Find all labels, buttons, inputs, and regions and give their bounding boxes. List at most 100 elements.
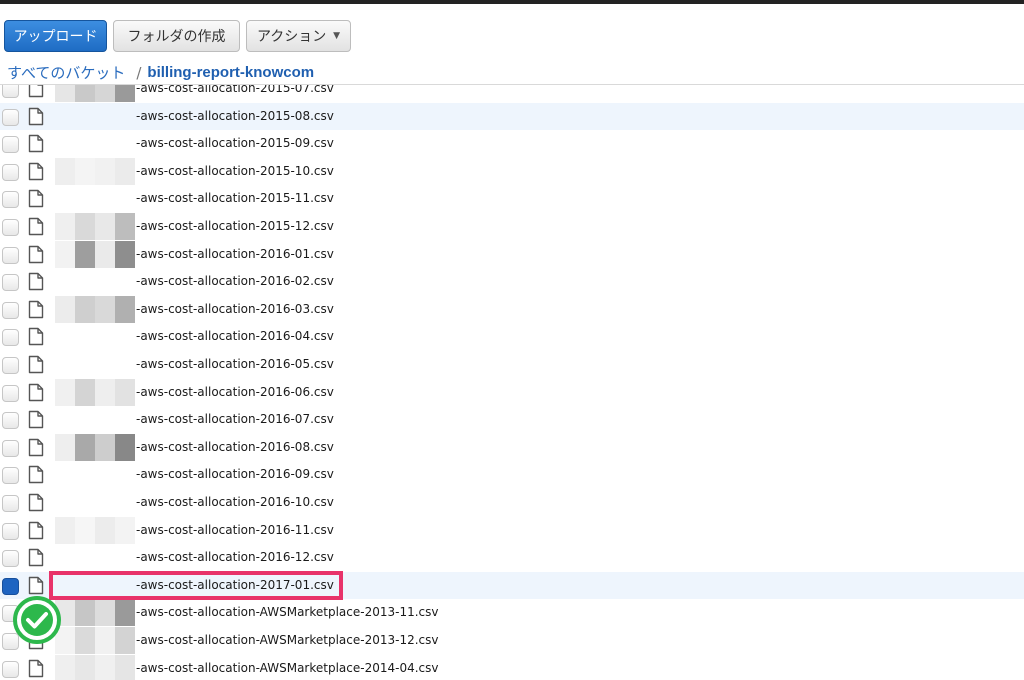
file-row[interactable]: -aws-cost-allocation-2015-07.csv xyxy=(0,85,1024,102)
redacted-prefix xyxy=(55,268,137,295)
redacted-prefix xyxy=(55,627,137,654)
file-name-link[interactable]: -aws-cost-allocation-2015-10.csv xyxy=(136,158,334,185)
breadcrumb-all-buckets-link[interactable]: すべてのバケット xyxy=(7,62,125,83)
file-name-link[interactable]: -aws-cost-allocation-2016-02.csv xyxy=(136,268,334,295)
redacted-prefix xyxy=(55,85,137,102)
file-row[interactable]: -aws-cost-allocation-AWSMarketplace-2013… xyxy=(0,627,1024,654)
file-name-link[interactable]: -aws-cost-allocation-2016-03.csv xyxy=(136,296,334,323)
row-checkbox[interactable] xyxy=(2,412,19,430)
file-row[interactable]: -aws-cost-allocation-2015-09.csv xyxy=(0,130,1024,157)
file-name-link[interactable]: -aws-cost-allocation-2016-12.csv xyxy=(136,544,334,571)
file-name-link[interactable]: -aws-cost-allocation-2016-04.csv xyxy=(136,323,334,350)
redacted-prefix xyxy=(55,295,137,323)
upload-button[interactable]: アップロード xyxy=(4,20,107,52)
file-name-link[interactable]: -aws-cost-allocation-2015-07.csv xyxy=(136,85,334,102)
file-name-link[interactable]: -aws-cost-allocation-2016-01.csv xyxy=(136,241,334,268)
row-checkbox[interactable] xyxy=(2,467,19,485)
redacted-prefix xyxy=(55,599,137,627)
file-row[interactable]: -aws-cost-allocation-2016-04.csv xyxy=(0,323,1024,350)
file-row[interactable]: -aws-cost-allocation-AWSMarketplace-2014… xyxy=(0,654,1024,680)
file-name-link[interactable]: -aws-cost-allocation-2015-12.csv xyxy=(136,213,334,240)
file-name-link[interactable]: -aws-cost-allocation-2016-05.csv xyxy=(136,351,334,378)
file-row[interactable]: -aws-cost-allocation-2016-03.csv xyxy=(0,295,1024,323)
breadcrumb: すべてのバケット / billing-report-knowcom xyxy=(7,62,314,83)
file-icon xyxy=(28,521,44,540)
file-row[interactable]: -aws-cost-allocation-2016-10.csv xyxy=(0,489,1024,516)
file-row[interactable]: -aws-cost-allocation-2016-05.csv xyxy=(0,351,1024,378)
file-icon xyxy=(28,493,44,512)
file-name-link[interactable]: -aws-cost-allocation-2016-08.csv xyxy=(136,434,334,461)
file-name-link[interactable]: -aws-cost-allocation-AWSMarketplace-2013… xyxy=(136,599,438,626)
row-checkbox[interactable] xyxy=(2,439,19,457)
row-checkbox[interactable] xyxy=(2,357,19,374)
file-row[interactable]: -aws-cost-allocation-2015-08.csv xyxy=(0,102,1024,130)
row-checkbox[interactable] xyxy=(2,301,19,319)
highlight-annotation-box xyxy=(49,571,343,600)
file-icon xyxy=(28,85,44,98)
file-row[interactable]: -aws-cost-allocation-2015-10.csv xyxy=(0,157,1024,185)
redacted-prefix xyxy=(55,185,137,212)
redacted-prefix xyxy=(55,461,137,488)
file-name-link[interactable]: -aws-cost-allocation-2016-10.csv xyxy=(136,489,334,516)
file-icon xyxy=(28,107,44,126)
chevron-down-icon: ▼ xyxy=(333,31,340,41)
file-row[interactable]: -aws-cost-allocation-2016-09.csv xyxy=(0,461,1024,488)
file-name-link[interactable]: -aws-cost-allocation-AWSMarketplace-2014… xyxy=(136,655,438,680)
file-name-link[interactable]: -aws-cost-allocation-2015-11.csv xyxy=(136,185,334,212)
file-row[interactable]: -aws-cost-allocation-2016-02.csv xyxy=(0,268,1024,295)
file-name-link[interactable]: -aws-cost-allocation-2015-09.csv xyxy=(136,130,334,157)
breadcrumb-bucket-name[interactable]: billing-report-knowcom xyxy=(147,64,314,81)
row-checkbox[interactable] xyxy=(2,550,19,568)
file-icon xyxy=(28,383,44,402)
row-checkbox[interactable] xyxy=(2,522,19,540)
file-icon xyxy=(28,327,44,346)
file-icon xyxy=(28,576,44,595)
row-checkbox[interactable] xyxy=(2,274,19,292)
actions-label: アクション xyxy=(257,29,327,45)
file-icon xyxy=(28,134,44,153)
file-name-link[interactable]: -aws-cost-allocation-2016-06.csv xyxy=(136,379,334,406)
row-checkbox[interactable] xyxy=(2,219,19,236)
file-name-link[interactable]: -aws-cost-allocation-2016-11.csv xyxy=(136,517,334,544)
row-checkbox[interactable] xyxy=(2,577,19,595)
row-checkbox[interactable] xyxy=(2,136,19,154)
file-name-link[interactable]: -aws-cost-allocation-2015-08.csv xyxy=(136,103,334,130)
file-name-link[interactable]: -aws-cost-allocation-AWSMarketplace-2013… xyxy=(136,627,438,654)
file-icon xyxy=(28,410,44,429)
row-checkbox[interactable] xyxy=(2,246,19,264)
redacted-prefix xyxy=(55,489,137,516)
redacted-prefix xyxy=(55,240,137,268)
redacted-prefix xyxy=(55,130,137,157)
row-checkbox[interactable] xyxy=(2,329,19,347)
file-name-link[interactable]: -aws-cost-allocation-2016-07.csv xyxy=(136,406,334,433)
file-icon xyxy=(28,465,44,484)
row-checkbox[interactable] xyxy=(2,108,19,126)
file-icon xyxy=(28,272,44,291)
file-row[interactable]: -aws-cost-allocation-2015-12.csv xyxy=(0,213,1024,240)
file-row[interactable]: -aws-cost-allocation-2016-07.csv xyxy=(0,406,1024,433)
row-checkbox[interactable] xyxy=(2,495,19,512)
redacted-prefix xyxy=(55,433,137,461)
file-row[interactable]: -aws-cost-allocation-2016-06.csv xyxy=(0,378,1024,406)
file-row[interactable]: -aws-cost-allocation-2016-12.csv xyxy=(0,544,1024,571)
redacted-prefix xyxy=(55,544,137,571)
create-folder-button[interactable]: フォルダの作成 xyxy=(113,20,240,52)
row-checkbox[interactable] xyxy=(2,85,19,98)
row-checkbox[interactable] xyxy=(2,163,19,181)
file-name-link[interactable]: -aws-cost-allocation-2016-09.csv xyxy=(136,461,334,488)
file-row[interactable]: -aws-cost-allocation-2016-11.csv xyxy=(0,516,1024,544)
row-checkbox[interactable] xyxy=(2,384,19,402)
actions-dropdown-button[interactable]: アクション ▼ xyxy=(246,20,351,52)
file-row[interactable]: -aws-cost-allocation-2016-01.csv xyxy=(0,240,1024,268)
file-icon xyxy=(28,217,44,236)
file-row[interactable]: -aws-cost-allocation-2015-11.csv xyxy=(0,185,1024,212)
redacted-prefix xyxy=(55,103,137,130)
breadcrumb-separator: / xyxy=(136,63,142,82)
row-checkbox[interactable] xyxy=(2,191,19,209)
redacted-prefix xyxy=(55,157,137,185)
file-icon xyxy=(28,355,44,374)
redacted-prefix xyxy=(55,406,137,433)
file-row[interactable]: -aws-cost-allocation-2016-08.csv xyxy=(0,433,1024,461)
file-row[interactable]: -aws-cost-allocation-AWSMarketplace-2013… xyxy=(0,599,1024,627)
row-checkbox[interactable] xyxy=(2,660,19,678)
